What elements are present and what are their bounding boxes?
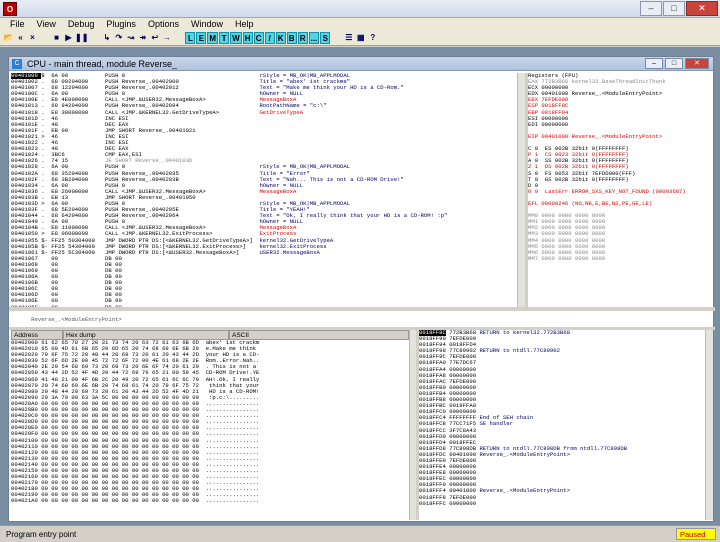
toolbar-letter-8[interactable]: K bbox=[275, 32, 286, 44]
register-line[interactable]: O 0 LastErr ERROR_SXS_KEY_NOT_FOUND (000… bbox=[528, 188, 713, 195]
stack-comment: RETURN to kernel32.772B3B68 bbox=[479, 330, 571, 336]
menu-plugins[interactable]: Plugins bbox=[100, 18, 142, 31]
menu-debug[interactable]: Debug bbox=[62, 18, 101, 31]
disasm-scrollbar[interactable] bbox=[517, 73, 525, 307]
menu-window[interactable]: Window bbox=[185, 18, 229, 31]
dump-hex: 00 00 00 00 00 00 00 00 00 00 00 00 00 0… bbox=[41, 497, 206, 505]
grid-icon[interactable]: ▦ bbox=[355, 32, 366, 44]
dump-header-ascii[interactable]: ASCII bbox=[229, 330, 409, 340]
toolbar: 📂 « × ■ ▶ ❚❚ ↳ ↷ ↝ ↠ ↩ → L E M T W H C / K B R... S… bbox=[0, 31, 720, 46]
toolbar-letter-12[interactable]: S bbox=[320, 32, 331, 44]
cpu-window: C CPU - main thread, module Reverse_ – □… bbox=[8, 56, 715, 522]
mdi-workspace: C CPU - main thread, module Reverse_ – □… bbox=[0, 47, 720, 525]
hex-dump-pane[interactable]: 00402000 61 62 65 78 27 20 31 73 74 20 6… bbox=[11, 340, 409, 520]
minimize-icon[interactable]: – bbox=[640, 1, 662, 16]
close-window-icon[interactable]: ✕ bbox=[686, 1, 718, 16]
restart-icon[interactable]: « bbox=[15, 32, 26, 44]
maximize-icon[interactable]: □ bbox=[663, 1, 685, 16]
toolbar-letter-1[interactable]: E bbox=[196, 32, 207, 44]
close-icon[interactable]: × bbox=[27, 32, 38, 44]
stack-comment: RETURN to ntdll.77C89902 bbox=[479, 347, 561, 355]
toolbar-letter-3[interactable]: T bbox=[219, 32, 230, 44]
menu-bar: File View Debug Plugins Options Window H… bbox=[0, 18, 720, 31]
dump-ascii: ................ bbox=[205, 497, 260, 505]
status-text: Program entry point bbox=[6, 530, 77, 539]
toolbar-letter-9[interactable]: B bbox=[286, 32, 297, 44]
step-over-icon[interactable]: ↷ bbox=[113, 32, 124, 44]
info-text: Reverse_.<ModuleEntryPoint> bbox=[31, 316, 122, 324]
help-icon[interactable]: ? bbox=[367, 32, 378, 44]
stop-icon[interactable]: ■ bbox=[51, 32, 62, 44]
stack-row[interactable]: 0018FFFC 00000000 bbox=[419, 499, 705, 507]
cpu-icon: C bbox=[12, 59, 22, 69]
disasm-comment: MessageBoxA bbox=[259, 187, 297, 195]
go-to-icon[interactable]: → bbox=[161, 32, 172, 44]
paused-badge: Paused bbox=[676, 528, 716, 540]
disasm-comment: USER32.MessageBoxA bbox=[259, 248, 320, 256]
toolbar-letter-11[interactable]: ... bbox=[308, 32, 320, 44]
child-close-icon[interactable]: ✕ bbox=[685, 58, 709, 69]
run-icon[interactable]: ▶ bbox=[63, 32, 74, 44]
app-title-bar: O – □ ✕ bbox=[0, 0, 720, 18]
toolbar-letter-0[interactable]: L bbox=[185, 32, 196, 44]
toolbar-letter-10[interactable]: R bbox=[297, 32, 308, 44]
menu-view[interactable]: View bbox=[31, 18, 62, 31]
window-controls: – □ ✕ bbox=[640, 1, 718, 16]
stack-comment: Reverse_.<ModuleEntryPoint> bbox=[479, 450, 571, 458]
registers-pane[interactable]: Registers (FPU) EAX 772B3B68 kernel32.Bas… bbox=[528, 73, 713, 307]
dump-row[interactable]: 004021A0 00 00 00 00 00 00 00 00 00 00 0… bbox=[11, 498, 409, 504]
toolbar-letter-7[interactable]: / bbox=[264, 32, 275, 44]
dump-address: 004021A0 bbox=[11, 497, 42, 505]
execute-till-return-icon[interactable]: ↩ bbox=[149, 32, 160, 44]
info-pane: Reverse_.<ModuleEntryPoint> bbox=[11, 311, 711, 327]
toolbar-letter-5[interactable]: H bbox=[242, 32, 253, 44]
trace-over-icon[interactable]: ↠ bbox=[137, 32, 148, 44]
status-bar: Program entry point Paused bbox=[0, 525, 720, 542]
stack-pane[interactable]: 0018FF8C 772B3B68 RETURN to kernel32.772… bbox=[419, 330, 705, 520]
disasm-comment: GetDriveTypeA bbox=[259, 108, 304, 116]
menu-file[interactable]: File bbox=[4, 18, 31, 31]
list-icon[interactable]: ☰ bbox=[343, 32, 354, 44]
child-minimize-icon[interactable]: – bbox=[645, 58, 663, 69]
dump-header-hex[interactable]: Hex dump bbox=[63, 330, 229, 340]
toolbar-letter-4[interactable]: W bbox=[230, 32, 242, 44]
step-into-icon[interactable]: ↳ bbox=[101, 32, 112, 44]
cpu-title-text: CPU - main thread, module Reverse_ bbox=[27, 59, 178, 69]
menu-options[interactable]: Options bbox=[142, 18, 185, 31]
stack-scrollbar[interactable] bbox=[705, 330, 713, 520]
app-logo-icon: O bbox=[3, 2, 17, 16]
dump-header-address[interactable]: Address bbox=[11, 330, 63, 340]
child-maximize-icon[interactable]: □ bbox=[665, 58, 683, 69]
register-line[interactable]: MM7 0000 0000 0000 0000 bbox=[528, 255, 713, 262]
stack-address: 0018FFFC bbox=[419, 499, 446, 507]
stack-value: 00000000 bbox=[449, 499, 480, 507]
cpu-window-title: C CPU - main thread, module Reverse_ – □… bbox=[9, 57, 713, 71]
toolbar-letter-2[interactable]: M bbox=[207, 32, 219, 44]
stack-comment: Reverse_.<ModuleEntryPoint> bbox=[479, 487, 571, 495]
trace-into-icon[interactable]: ↝ bbox=[125, 32, 136, 44]
stack-comment: SE handler bbox=[479, 420, 514, 428]
menu-help[interactable]: Help bbox=[229, 18, 260, 31]
pause-icon[interactable]: ❚❚ bbox=[75, 32, 88, 44]
dump-scrollbar[interactable] bbox=[409, 330, 416, 520]
toolbar-letter-6[interactable]: C bbox=[253, 32, 264, 44]
open-icon[interactable]: 📂 bbox=[3, 32, 14, 44]
disassembly-pane[interactable]: 00401000 $ 6A 00 PUSH 0 rStyle = MB_OK|M… bbox=[11, 73, 517, 307]
